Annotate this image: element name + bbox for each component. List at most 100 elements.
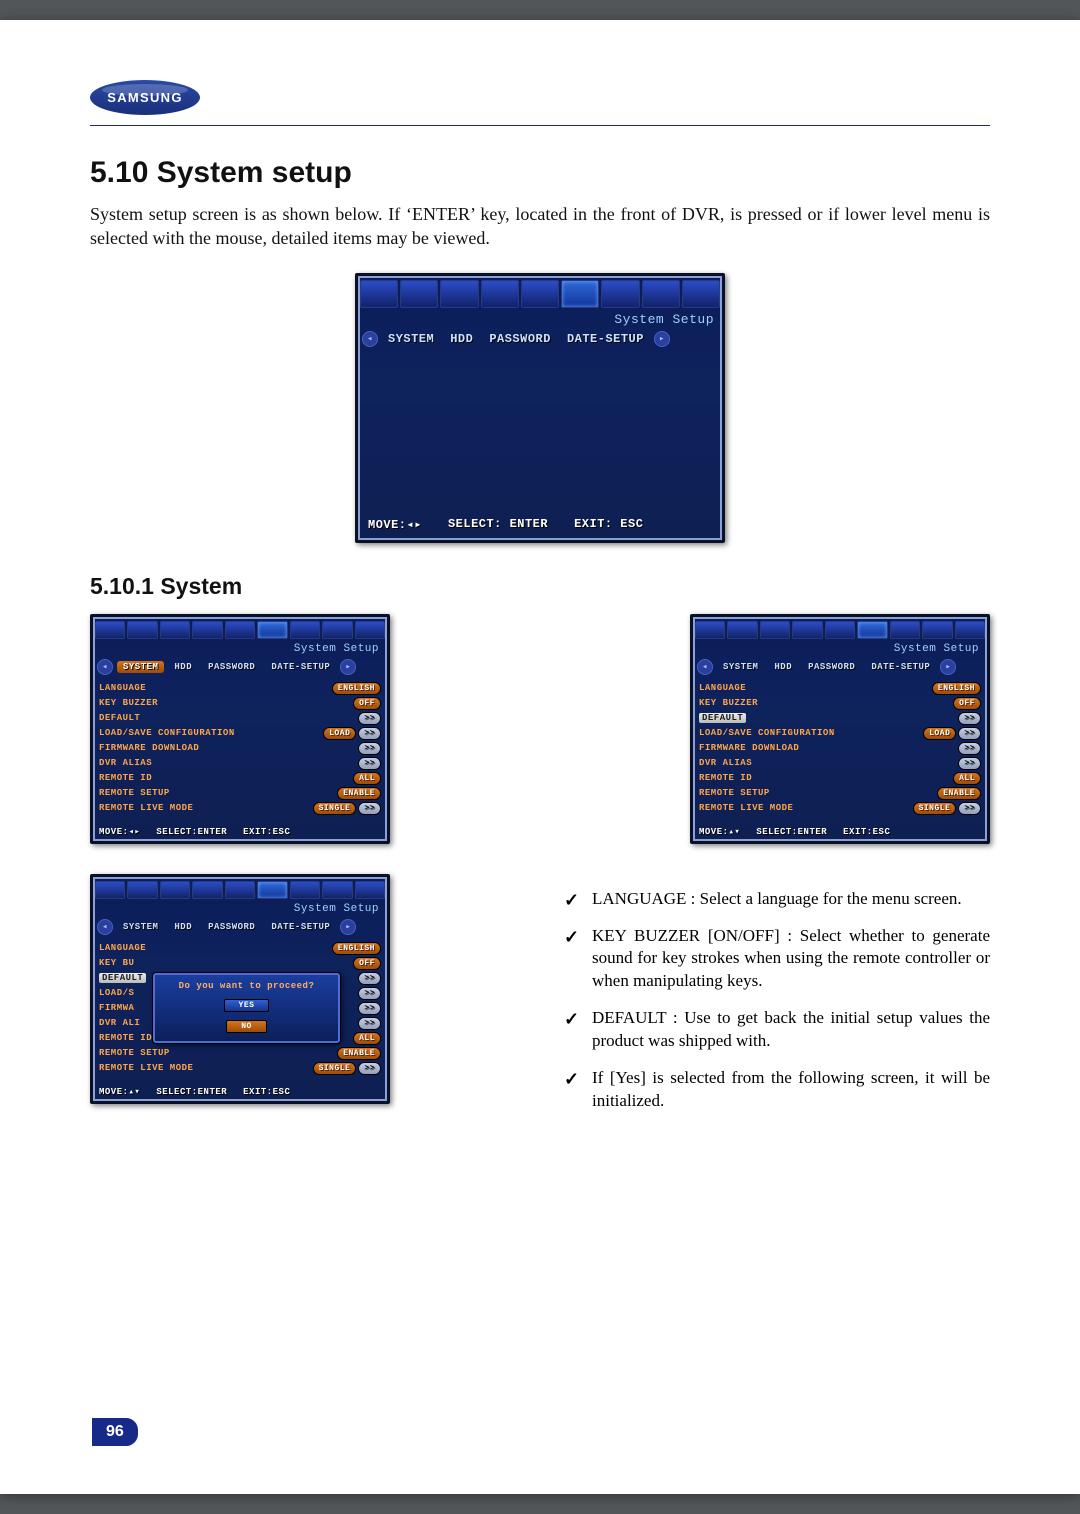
row-arrow-icon: >> [358, 1002, 381, 1015]
toolbar-icon-selected [857, 621, 887, 639]
dialog-yes-button[interactable]: YES [224, 999, 270, 1012]
row-value: ENGLISH [332, 942, 381, 955]
row-label: FIRMWA [99, 1003, 134, 1013]
screenshot-system-default-highlight: System Setup ◂ SYSTEM HDD PASSWORD DATE-… [690, 614, 990, 844]
tab-system: SYSTEM [117, 921, 164, 933]
tab-date-setup: DATE-SETUP [865, 661, 936, 673]
tab-system: SYSTEM [717, 661, 764, 673]
row-label: LOAD/S [99, 988, 134, 998]
tab-next-icon: ▸ [654, 331, 670, 347]
row-arrow-icon: >> [958, 757, 981, 770]
row-label: KEY BU [99, 958, 134, 968]
row-value: ENABLE [337, 1047, 381, 1060]
screen-title: System Setup [93, 903, 387, 917]
footer-hints: MOVE:▴▾ SELECT:ENTER EXIT:ESC [693, 823, 987, 841]
toolbar-icon [400, 280, 438, 308]
screen-title: System Setup [93, 643, 387, 657]
tab-prev-icon: ◂ [362, 331, 378, 347]
toolbar-icon [355, 621, 385, 639]
tab-date-setup: DATE-SETUP [561, 331, 650, 347]
hint-select: SELECT:ENTER [156, 1087, 227, 1097]
tab-bar: ◂ SYSTEM HDD PASSWORD DATE-SETUP ▸ [693, 657, 987, 679]
feature-list: LANGUAGE : Select a language for the men… [560, 888, 990, 1114]
footer-hints: MOVE:▴▾ SELECT:ENTER EXIT:ESC [93, 1083, 387, 1101]
dialog-no-button[interactable]: NO [226, 1020, 267, 1033]
row-value: ALL [953, 772, 981, 785]
screenshot-system-confirm-dialog: System Setup ◂ SYSTEM HDD PASSWORD DATE-… [90, 874, 390, 1104]
toolbar-icon [695, 621, 725, 639]
row-value: SINGLE [313, 802, 357, 815]
settings-list-empty [358, 351, 722, 509]
row-label: REMOTE ID [699, 773, 752, 783]
row-arrow-icon: >> [958, 727, 981, 740]
feature-item: KEY BUZZER [ON/OFF] : Select whether to … [560, 925, 990, 994]
tab-system: SYSTEM [117, 661, 164, 673]
row-label: REMOTE ID [99, 1033, 152, 1043]
header-rule [90, 125, 990, 126]
samsung-logo: SAMSUNG [90, 80, 200, 115]
row-label: KEY BUZZER [99, 698, 158, 708]
tab-date-setup: DATE-SETUP [265, 661, 336, 673]
row-value: ENABLE [937, 787, 981, 800]
tab-bar: ◂ SYSTEM HDD PASSWORD DATE-SETUP ▸ [358, 329, 722, 351]
row-label: KEY BUZZER [699, 698, 758, 708]
toolbar-icon [642, 280, 680, 308]
settings-list: LANGUAGEENGLISH KEY BUZZEROFF DEFAULT>> … [693, 679, 987, 823]
manual-page: SAMSUNG 5.10 System setup System setup s… [0, 20, 1080, 1494]
row-value: ENGLISH [932, 682, 981, 695]
hint-select: SELECT:ENTER [756, 827, 827, 837]
page-number-badge: 96 [92, 1418, 138, 1446]
toolbar-icon [160, 881, 190, 899]
toolbar-icon [682, 280, 720, 308]
tab-next-icon: ▸ [340, 659, 356, 675]
row-value: LOAD [923, 727, 956, 740]
hint-move: MOVE:▴▾ [699, 827, 740, 837]
hint-exit: EXIT:ESC [843, 827, 890, 837]
toolbar-icon [355, 881, 385, 899]
row-arrow-icon: >> [358, 987, 381, 1000]
dialog-prompt: Do you want to proceed? [159, 981, 334, 991]
row-label: FIRMWARE DOWNLOAD [699, 743, 799, 753]
toolbar-icon [322, 881, 352, 899]
tab-hdd: HDD [168, 661, 198, 673]
tab-next-icon: ▸ [340, 919, 356, 935]
hint-move: MOVE:◂▸ [368, 517, 422, 532]
tab-password: PASSWORD [202, 661, 261, 673]
row-label: REMOTE SETUP [699, 788, 770, 798]
row-value: OFF [353, 957, 381, 970]
screen-title: System Setup [358, 312, 722, 329]
feature-item: LANGUAGE : Select a language for the men… [560, 888, 990, 911]
row-label: REMOTE LIVE MODE [99, 1063, 193, 1073]
tab-prev-icon: ◂ [97, 919, 113, 935]
tab-prev-icon: ◂ [697, 659, 713, 675]
row-label: REMOTE SETUP [99, 1048, 170, 1058]
row-label: LOAD/SAVE CONFIGURATION [699, 728, 835, 738]
row-label: LANGUAGE [699, 683, 746, 693]
toolbar-icon [95, 621, 125, 639]
toolbar-icon [955, 621, 985, 639]
row-value: ALL [353, 1032, 381, 1045]
hint-move: MOVE:◂▸ [99, 827, 140, 837]
row-value: ENGLISH [332, 682, 381, 695]
toolbar-icon [825, 621, 855, 639]
row-label: FIRMWARE DOWNLOAD [99, 743, 199, 753]
hint-select: SELECT: ENTER [448, 517, 548, 532]
row-label: DEFAULT [99, 713, 140, 723]
row-arrow-icon: >> [358, 727, 381, 740]
dvr-toolbar [693, 617, 987, 643]
section-intro: System setup screen is as shown below. I… [90, 202, 990, 251]
section-title: 5.10 System setup [90, 156, 990, 190]
toolbar-icon-selected [257, 621, 287, 639]
dvr-toolbar [93, 617, 387, 643]
row-label: LOAD/SAVE CONFIGURATION [99, 728, 235, 738]
row-arrow-icon: >> [358, 1017, 381, 1030]
toolbar-icon [601, 280, 639, 308]
row-label: DVR ALI [99, 1018, 140, 1028]
row-label: REMOTE LIVE MODE [99, 803, 193, 813]
row-value: ENABLE [337, 787, 381, 800]
figure-row-1: System Setup ◂ SYSTEM HDD PASSWORD DATE-… [90, 614, 990, 844]
tab-password: PASSWORD [483, 331, 557, 347]
toolbar-icon [160, 621, 190, 639]
row-arrow-icon: >> [358, 1062, 381, 1075]
toolbar-icon [290, 621, 320, 639]
